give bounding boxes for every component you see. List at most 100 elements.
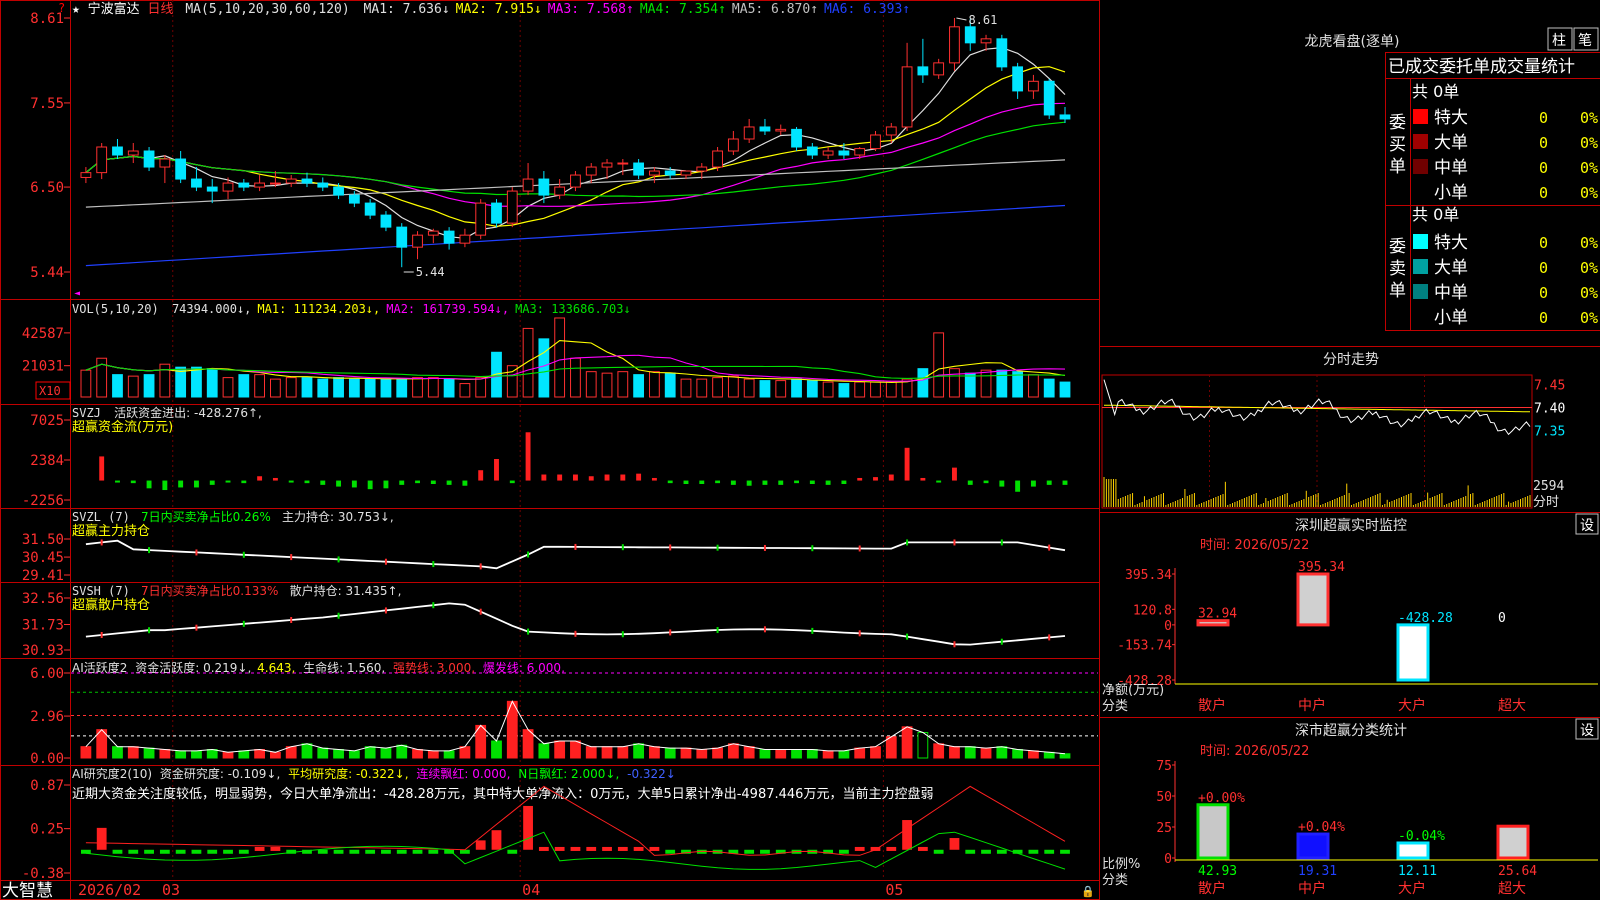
- candle-body[interactable]: [96, 146, 108, 174]
- candle-body[interactable]: [506, 190, 518, 224]
- svzj-bar[interactable]: [162, 480, 168, 491]
- ai-activity-bar[interactable]: [254, 749, 266, 759]
- candle-body[interactable]: [996, 38, 1008, 68]
- volume-bar[interactable]: [112, 374, 123, 398]
- ai-activity-bar[interactable]: [775, 749, 787, 759]
- svzj-bar[interactable]: [130, 480, 136, 484]
- volume-bar[interactable]: [285, 377, 297, 398]
- candle-body[interactable]: [570, 174, 581, 188]
- ai-research-bar[interactable]: [381, 849, 391, 854]
- svzj-bar[interactable]: [351, 480, 357, 488]
- svzj-bar[interactable]: [952, 467, 957, 481]
- classify-chart[interactable]: 75 50 25 0 +0.00% 42.93散户 +0.04% 19.31中户 -0.04% 1…: [1156, 759, 1598, 897]
- monitor-chart[interactable]: 395.34120.80-153.74-428.2832.94散户395.34中…: [1117, 560, 1598, 714]
- volume-bar[interactable]: [727, 375, 739, 398]
- candle-body[interactable]: [949, 26, 960, 64]
- volume-bar[interactable]: [396, 378, 408, 398]
- candle-body[interactable]: [775, 128, 787, 132]
- svzj-bar[interactable]: [478, 470, 484, 481]
- ai-activity-bar[interactable]: [143, 747, 155, 759]
- svzj-bar[interactable]: [636, 473, 642, 481]
- ai-activity-bar[interactable]: [112, 746, 123, 759]
- ai-activity-bar[interactable]: [585, 746, 597, 759]
- svzj-bar[interactable]: [1062, 480, 1068, 485]
- candle-body[interactable]: [270, 182, 281, 185]
- volume-bar[interactable]: [664, 372, 676, 398]
- ai-activity-bar[interactable]: [949, 746, 960, 759]
- svzj-bars[interactable]: [99, 432, 1068, 492]
- ai-research-bar[interactable]: [665, 849, 676, 854]
- ai-activity-bar[interactable]: [743, 746, 755, 759]
- svzj-bar[interactable]: [509, 480, 515, 484]
- ai-activity-bar[interactable]: [664, 747, 676, 759]
- volume-bar[interactable]: [822, 381, 834, 398]
- svzj-bar[interactable]: [651, 477, 657, 481]
- ai-research-bar[interactable]: [933, 849, 944, 854]
- main-chart[interactable]: ★ 宁波富达 日线 MA(5,10,20,30,60,120) MA1: 7.6…: [0, 0, 1100, 900]
- ai-activity-bar[interactable]: [127, 746, 139, 759]
- ai-activity-bar[interactable]: [854, 747, 866, 759]
- svzj-bar[interactable]: [620, 474, 626, 481]
- volume-bar[interactable]: [206, 368, 218, 398]
- volume-bar[interactable]: [649, 371, 660, 398]
- volume-bar[interactable]: [680, 378, 692, 398]
- svzj-bar[interactable]: [225, 480, 231, 483]
- volume-bar[interactable]: [143, 374, 155, 398]
- ai-research-bar[interactable]: [270, 846, 281, 851]
- ai-activity-bar[interactable]: [617, 746, 629, 759]
- candle-body[interactable]: [127, 150, 139, 156]
- ai-activity-bar[interactable]: [964, 746, 976, 759]
- svzj-bar[interactable]: [1015, 480, 1021, 492]
- svzj-bar[interactable]: [257, 476, 263, 481]
- candle-body[interactable]: [80, 172, 92, 178]
- volume-bar[interactable]: [443, 378, 455, 398]
- svzj-bar[interactable]: [699, 480, 705, 485]
- ai-activity-bar[interactable]: [791, 749, 802, 759]
- ai-research-bar[interactable]: [144, 849, 154, 854]
- volume-bar[interactable]: [459, 383, 471, 398]
- volume-bar[interactable]: [570, 357, 581, 398]
- ai-activity-bar[interactable]: [996, 746, 1008, 759]
- candle-body[interactable]: [112, 146, 123, 156]
- volume-bar[interactable]: [743, 378, 755, 398]
- svzj-bar[interactable]: [762, 480, 768, 485]
- volume-bar[interactable]: [980, 369, 992, 398]
- volume-bar[interactable]: [949, 368, 960, 398]
- ai-research-bar[interactable]: [649, 846, 660, 851]
- ai-activity-bar[interactable]: [222, 751, 234, 759]
- scroll-left-icon[interactable]: ◄: [74, 288, 80, 299]
- ai-research-bar[interactable]: [886, 846, 897, 851]
- candle-body[interactable]: [870, 134, 881, 150]
- candle-body[interactable]: [159, 158, 171, 168]
- volume-bar[interactable]: [1028, 374, 1039, 398]
- volume-bar[interactable]: [775, 380, 787, 398]
- svzj-bar[interactable]: [430, 480, 436, 485]
- volume-bar[interactable]: [1043, 378, 1055, 398]
- candle-body[interactable]: [633, 162, 645, 176]
- volume-bar[interactable]: [933, 332, 945, 398]
- ai-research-bar[interactable]: [475, 840, 486, 850]
- svzj-bar[interactable]: [967, 480, 973, 485]
- ai-activity-bar[interactable]: [396, 744, 408, 759]
- ai-research-bar[interactable]: [412, 849, 423, 854]
- volume-bar[interactable]: [870, 381, 881, 398]
- volume-bar[interactable]: [791, 378, 802, 398]
- svzj-bar[interactable]: [304, 480, 310, 484]
- ai-research-bar[interactable]: [491, 830, 502, 850]
- ai-activity-bar[interactable]: [317, 747, 329, 759]
- ai-activity-bar[interactable]: [759, 749, 771, 759]
- volume-bar[interactable]: [427, 377, 439, 398]
- ai-activity-bar[interactable]: [380, 747, 392, 759]
- ai-research-bar[interactable]: [586, 846, 597, 851]
- svzj-bar[interactable]: [794, 480, 799, 484]
- svzj-bar[interactable]: [336, 480, 342, 487]
- svzj-bar[interactable]: [936, 480, 942, 483]
- candle-body[interactable]: [759, 126, 771, 132]
- candle-body[interactable]: [885, 126, 897, 136]
- volume-bar[interactable]: [554, 317, 566, 398]
- ai-research-bar[interactable]: [365, 849, 376, 854]
- kline-candles[interactable]: [80, 18, 1071, 268]
- candle-body[interactable]: [491, 202, 502, 224]
- volume-bar[interactable]: [617, 371, 629, 398]
- ai-activity-bar[interactable]: [159, 749, 171, 759]
